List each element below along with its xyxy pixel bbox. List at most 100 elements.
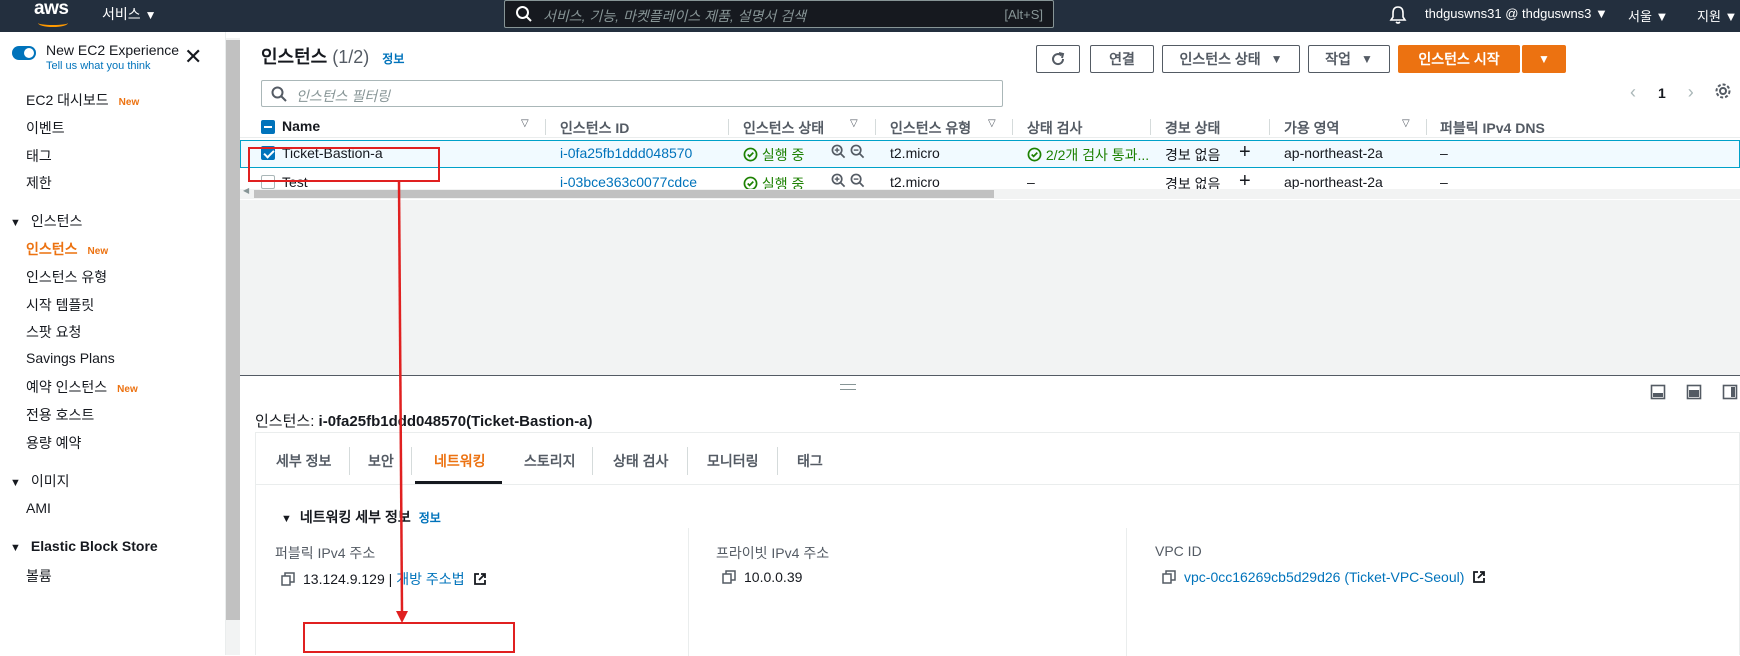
- caret-down-icon: ▼: [10, 477, 21, 489]
- page-number[interactable]: 1: [1658, 85, 1666, 101]
- column-instance-type[interactable]: 인스턴스 유형: [890, 118, 971, 138]
- panel-middle-icon[interactable]: [1686, 384, 1702, 400]
- sidebar-item-events[interactable]: 이벤트: [26, 118, 65, 138]
- instance-id-link[interactable]: i-03bce363c0077cdce: [560, 174, 697, 190]
- sidebar-item-tags[interactable]: 태그: [26, 146, 52, 166]
- notification-bell-icon[interactable]: [1388, 4, 1408, 26]
- add-alarm-icon[interactable]: +: [1239, 141, 1251, 164]
- tab-monitoring[interactable]: 모니터링: [707, 451, 759, 471]
- sidebar-item-launch-templates[interactable]: 시작 템플릿: [26, 295, 94, 315]
- sidebar-section-images[interactable]: ▼ 이미지: [10, 471, 70, 491]
- sort-icon[interactable]: ▽: [1402, 118, 1410, 129]
- sidebar-item-ami[interactable]: AMI: [26, 500, 51, 516]
- refresh-button[interactable]: [1036, 45, 1080, 73]
- zoom-in-icon[interactable]: [831, 173, 846, 188]
- scroll-left-icon[interactable]: ◀: [243, 186, 249, 195]
- resize-handle-icon[interactable]: [840, 384, 856, 390]
- tab-storage[interactable]: 스토리지: [524, 451, 576, 471]
- panel-side-icon[interactable]: [1722, 384, 1738, 400]
- sidebar-item-instance-types[interactable]: 인스턴스 유형: [26, 267, 107, 287]
- sidebar-item-savings-plans[interactable]: Savings Plans: [26, 350, 115, 366]
- sidebar-scrollbar[interactable]: [226, 38, 240, 655]
- sidebar-item-spot-requests[interactable]: 스팟 요청: [26, 322, 81, 342]
- previous-page-icon[interactable]: ‹: [1630, 82, 1636, 103]
- column-name[interactable]: Name: [282, 118, 320, 134]
- column-availability-zone[interactable]: 가용 영역: [1284, 118, 1339, 138]
- info-link[interactable]: 정보: [382, 52, 404, 66]
- copy-icon[interactable]: [1162, 570, 1176, 584]
- connect-button[interactable]: 연결: [1090, 45, 1154, 73]
- copy-icon[interactable]: [722, 570, 736, 584]
- instance-id-link[interactable]: i-0fa25fb1ddd048570: [560, 145, 692, 161]
- selection-count: (1/2): [332, 47, 370, 67]
- column-instance-state[interactable]: 인스턴스 상태: [743, 118, 824, 138]
- services-menu[interactable]: 서비스 ▼: [102, 4, 157, 24]
- launch-instance-button[interactable]: 인스턴스 시작: [1398, 45, 1520, 73]
- table-row[interactable]: Ticket-Bastion-a i-0fa25fb1ddd048570 실행 …: [240, 140, 1740, 168]
- sort-icon[interactable]: ▽: [988, 118, 996, 129]
- open-address-link[interactable]: 개방 주소법: [396, 569, 464, 589]
- instance-filter-input[interactable]: 인스턴스 필터링: [261, 80, 1003, 107]
- table-horizontal-scrollbar[interactable]: ◀: [240, 186, 1740, 199]
- scrollbar-thumb[interactable]: [226, 40, 240, 620]
- external-link-icon[interactable]: [473, 572, 487, 586]
- select-all-checkbox[interactable]: [261, 120, 275, 134]
- split-panel-divider[interactable]: [240, 375, 1740, 376]
- tab-details[interactable]: 세부 정보: [276, 451, 331, 471]
- tab-status-checks[interactable]: 상태 검사: [613, 451, 668, 471]
- scrollbar-thumb[interactable]: [254, 190, 994, 198]
- sidebar-item-ec2-dashboard[interactable]: EC2 대시보드 New: [26, 90, 139, 110]
- aws-logo[interactable]: aws: [32, 0, 74, 30]
- region-menu[interactable]: 서울 ▼: [1628, 6, 1668, 25]
- sidebar-section-instances[interactable]: ▼ 인스턴스: [10, 211, 82, 231]
- tab-networking[interactable]: 네트워킹: [434, 451, 486, 471]
- launch-dropdown-button[interactable]: ▼: [1522, 45, 1566, 73]
- next-page-icon[interactable]: ›: [1688, 82, 1694, 103]
- zoom-in-icon[interactable]: [831, 144, 846, 159]
- external-link-icon[interactable]: [1472, 570, 1486, 584]
- info-link[interactable]: 정보: [419, 511, 441, 525]
- sidebar-item-reserved-instances[interactable]: 예약 인스턴스 New: [26, 377, 138, 397]
- tab-tags[interactable]: 태그: [797, 451, 823, 471]
- feedback-link[interactable]: Tell us what you think: [46, 60, 151, 72]
- sidebar-item-volumes[interactable]: 볼륨: [26, 566, 52, 586]
- sidebar-item-capacity-reservations[interactable]: 용량 예약: [26, 433, 81, 453]
- column-status-check[interactable]: 상태 검사: [1027, 118, 1082, 138]
- connect-label: 연결: [1109, 51, 1135, 67]
- filter-placeholder: 인스턴스 필터링: [296, 88, 391, 104]
- caret-down-icon: ▼: [1595, 6, 1608, 21]
- status-check[interactable]: 2/2개 검사 통과...: [1027, 145, 1149, 165]
- sidebar-item-limits[interactable]: 제한: [26, 173, 52, 193]
- column-public-ipv4-dns[interactable]: 퍼블릭 IPv4 DNS: [1440, 118, 1545, 138]
- close-icon[interactable]: ✕: [184, 46, 202, 68]
- copy-icon[interactable]: [281, 572, 295, 586]
- tab-divider: [349, 447, 350, 475]
- tab-security[interactable]: 보안: [368, 451, 394, 471]
- instance-state-button[interactable]: 인스턴스 상태 ▼: [1162, 45, 1300, 73]
- sidebar-item-instances[interactable]: 인스턴스 New: [26, 239, 108, 259]
- support-menu[interactable]: 지원 ▼: [1697, 6, 1737, 25]
- panel-bottom-icon[interactable]: [1650, 384, 1666, 400]
- sidebar-section-ebs[interactable]: ▼ Elastic Block Store: [10, 538, 158, 554]
- top-navigation-bar: aws 서비스 ▼ 서비스, 기능, 마켓플레이스 제품, 설명서 검색 [Alt…: [0, 0, 1740, 32]
- sort-icon[interactable]: ▽: [850, 118, 858, 129]
- new-experience-toggle[interactable]: [12, 46, 36, 60]
- account-menu[interactable]: thdguswns31 @ thdguswns3 ▼: [1425, 6, 1608, 21]
- active-tab-indicator: [415, 481, 502, 484]
- zoom-icons[interactable]: [831, 144, 865, 162]
- vpc-id-label: VPC ID: [1155, 543, 1202, 559]
- column-alarm-status[interactable]: 경보 상태: [1165, 118, 1220, 138]
- column-instance-id[interactable]: 인스턴스 ID: [560, 118, 629, 138]
- actions-button[interactable]: 작업 ▼: [1308, 45, 1390, 73]
- gear-icon[interactable]: [1714, 82, 1732, 100]
- networking-details-header[interactable]: ▼ 네트워킹 세부 정보 정보: [281, 507, 441, 527]
- region-label: 서울: [1628, 9, 1652, 24]
- zoom-out-icon[interactable]: [850, 173, 865, 188]
- global-search-input[interactable]: 서비스, 기능, 마켓플레이스 제품, 설명서 검색 [Alt+S]: [504, 0, 1054, 28]
- vpc-id-link[interactable]: vpc-0cc16269cb5d29d26 (Ticket-VPC-Seoul): [1184, 569, 1464, 585]
- sidebar-item-dedicated-hosts[interactable]: 전용 호스트: [26, 405, 94, 425]
- sort-icon[interactable]: ▽: [521, 118, 529, 129]
- tab-divider: [687, 447, 688, 475]
- zoom-out-icon[interactable]: [850, 144, 865, 159]
- public-ipv4-text: 13.124.9.129 |: [303, 571, 393, 587]
